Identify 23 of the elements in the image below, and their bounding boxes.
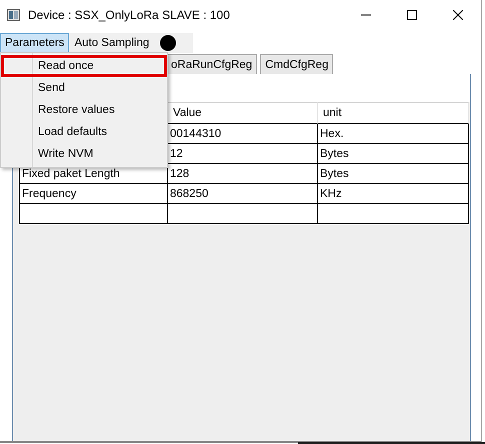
status-dot-icon <box>160 35 176 51</box>
menu-item[interactable]: Write NVM <box>1 143 167 165</box>
close-icon <box>453 10 463 20</box>
tab[interactable]: oRaRunCfgReg <box>166 54 258 74</box>
menu-item[interactable]: Send <box>1 77 167 99</box>
menu-item[interactable]: Auto Sampling <box>69 33 154 53</box>
column-header[interactable]: unit <box>318 102 469 124</box>
column-header[interactable]: Value <box>168 102 318 124</box>
table-cell: Bytes <box>318 144 469 164</box>
maximize-icon <box>407 10 417 20</box>
menu-item[interactable]: Read once <box>1 55 167 77</box>
table-cell: Hex. <box>318 124 469 144</box>
menu-item[interactable]: Parameters <box>0 33 70 53</box>
window-title: Device : SSX_OnlyLoRa SLAVE : 100 <box>28 8 231 22</box>
menu-item[interactable]: Load defaults <box>1 121 167 143</box>
table-cell: Bytes <box>318 164 469 184</box>
table-cell: 128 <box>168 164 318 184</box>
app-icon <box>7 9 20 21</box>
tab[interactable]: CmdCfgReg <box>260 54 334 74</box>
table-cell: Frequency <box>19 184 168 204</box>
menu-item[interactable]: Restore values <box>1 99 167 121</box>
table-cell: 868250 <box>168 184 318 204</box>
table-cell: KHz <box>318 184 469 204</box>
